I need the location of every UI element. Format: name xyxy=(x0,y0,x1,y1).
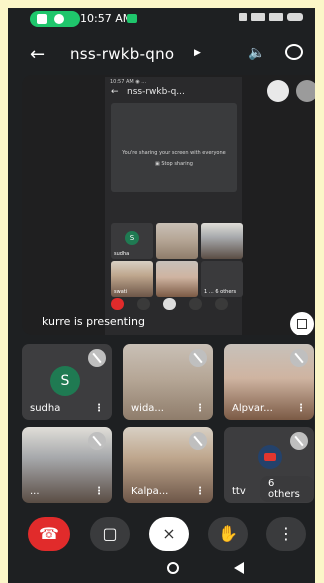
mirror-controls xyxy=(111,297,237,311)
more-options-icon[interactable]: ⋮ xyxy=(94,486,104,497)
participant-name: Kalpa... xyxy=(131,486,169,497)
participant-tile-others[interactable]: ttv 6 others xyxy=(224,427,314,503)
mirror-tile xyxy=(201,223,243,259)
status-time: 10:57 AM xyxy=(80,12,133,25)
fullscreen-button[interactable] xyxy=(290,312,314,335)
fullscreen-icon xyxy=(297,319,307,329)
mic-icon xyxy=(54,14,64,24)
presenter-banner: kurre is presenting xyxy=(42,315,145,328)
more-options-icon[interactable]: ⋮ xyxy=(94,403,104,414)
ongoing-call-pill[interactable] xyxy=(30,11,80,27)
end-call-button[interactable]: ☎ xyxy=(28,517,70,551)
participant-tile[interactable]: Alpvar... ⋮ xyxy=(224,344,314,420)
mirror-tile-label: swati xyxy=(114,289,128,295)
chevron-right-icon[interactable]: ▶ xyxy=(194,48,201,58)
raise-hand-button[interactable]: ✋ xyxy=(208,517,248,551)
pin-icon[interactable] xyxy=(267,80,289,102)
mirror-tile-label: sudha xyxy=(114,251,130,257)
mirror-end-call-icon xyxy=(111,298,124,310)
mirror-tile xyxy=(156,223,198,259)
more-options-icon[interactable]: ⋮ xyxy=(195,403,205,414)
mirror-more-icon xyxy=(215,298,228,310)
sharing-notice: You're sharing your screen with everyone… xyxy=(111,103,237,192)
mic-off-icon: ⨯ xyxy=(162,524,176,543)
mic-off-icon xyxy=(296,80,315,102)
mirror-status: 10:57 AM ◉ ... xyxy=(110,79,147,85)
more-options-icon[interactable]: ⋮ xyxy=(296,403,306,414)
more-button[interactable]: ⋮ xyxy=(266,517,306,551)
mic-off-icon xyxy=(290,432,308,450)
system-nav-bar xyxy=(8,556,315,583)
mirror-tile: swati xyxy=(111,261,153,297)
shared-screen: 10:57 AM ◉ ... ← nss-rwkb-q... You're sh… xyxy=(105,77,243,335)
end-call-icon: ☎ xyxy=(39,524,59,543)
battery-icon xyxy=(287,13,303,21)
mirror-title: nss-rwkb-q... xyxy=(127,87,185,97)
mirror-camera-icon xyxy=(137,298,150,310)
status-bar: 10:57 AM xyxy=(8,8,315,30)
more-options-icon[interactable]: ⋮ xyxy=(195,486,205,497)
participant-name: Alpvar... xyxy=(232,403,273,414)
others-count: 6 others xyxy=(260,476,314,502)
mirror-back-icon: ← xyxy=(111,87,119,97)
mirror-tile: S sudha xyxy=(111,223,153,259)
back-arrow-icon[interactable]: ← xyxy=(30,44,45,65)
participant-name: wida... xyxy=(131,403,164,414)
presentation-tile[interactable]: 10:57 AM ◉ ... ← nss-rwkb-q... You're sh… xyxy=(22,75,315,335)
mic-off-icon xyxy=(88,349,106,367)
flip-camera-icon[interactable] xyxy=(285,44,303,60)
app-badge-icon xyxy=(127,14,137,23)
mic-toggle-button[interactable]: ⨯ xyxy=(149,517,189,551)
participant-name: sudha xyxy=(30,403,61,414)
participant-tile[interactable]: wida... ⋮ xyxy=(123,344,213,420)
meeting-code[interactable]: nss-rwkb-qno xyxy=(70,45,174,63)
mic-off-icon xyxy=(88,432,106,450)
avatar: S xyxy=(50,366,80,396)
mirror-hand-icon xyxy=(189,298,202,310)
signal-2-icon xyxy=(269,13,283,21)
camera-icon: ▢ xyxy=(102,524,118,543)
mirror-tile: 1 … 6 others xyxy=(201,261,243,297)
phone-screen: 10:57 AM ← nss-rwkb-qno ▶ 🔈 10:57 AM ◉ .… xyxy=(8,8,315,583)
sharing-message: You're sharing your screen with everyone xyxy=(122,150,226,156)
vibrate-icon xyxy=(239,13,247,21)
participant-tile[interactable]: S sudha ⋮ xyxy=(22,344,112,420)
participant-name: ttv xyxy=(232,486,246,497)
camera-button[interactable]: ▢ xyxy=(90,517,130,551)
meeting-header: ← nss-rwkb-qno ▶ 🔈 xyxy=(8,36,315,72)
back-icon[interactable] xyxy=(234,562,244,574)
camera-icon xyxy=(37,14,47,24)
participant-tile[interactable]: Kalpa... ⋮ xyxy=(123,427,213,503)
mirror-tile xyxy=(156,261,198,297)
signal-icon xyxy=(251,13,265,21)
mirror-tile-label: 1 … 6 others xyxy=(204,289,237,295)
participant-tile[interactable]: ... ⋮ xyxy=(22,427,112,503)
raise-hand-icon: ✋ xyxy=(218,524,238,543)
stop-sharing-button: ▣ Stop sharing xyxy=(155,161,193,167)
mic-off-icon xyxy=(290,349,308,367)
system-icons xyxy=(239,13,303,21)
stop-sharing-label: Stop sharing xyxy=(161,161,193,167)
mirror-avatar: S xyxy=(125,231,139,245)
mic-off-icon xyxy=(189,349,207,367)
volume-icon[interactable]: 🔈 xyxy=(248,45,265,61)
group-logo-icon xyxy=(258,445,282,469)
home-icon[interactable] xyxy=(167,562,179,574)
mirror-mic-icon xyxy=(163,298,176,310)
call-controls: ☎ ▢ ⨯ ✋ ⋮ xyxy=(8,513,315,558)
more-icon: ⋮ xyxy=(278,524,294,543)
mic-off-icon xyxy=(189,432,207,450)
participant-name: ... xyxy=(30,486,40,497)
